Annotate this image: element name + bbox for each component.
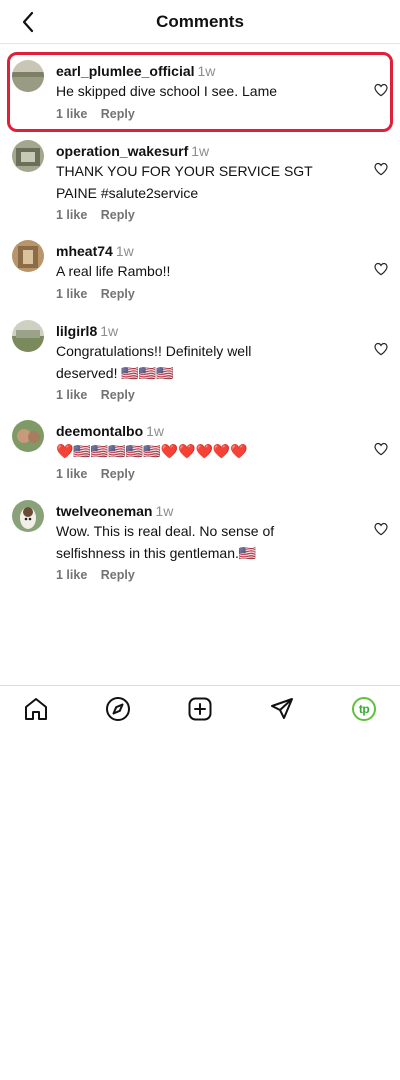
bottom-tab-bar: tp xyxy=(0,685,400,731)
tab-explore[interactable] xyxy=(105,696,131,722)
heart-icon[interactable] xyxy=(373,341,389,357)
reply-button[interactable]: Reply xyxy=(101,568,135,582)
comment-time: 1w xyxy=(146,423,165,439)
comment-username[interactable]: operation_wakesurf xyxy=(56,143,188,159)
comment-username[interactable]: mheat74 xyxy=(56,243,113,259)
like-count[interactable]: 1 like xyxy=(56,208,87,222)
heart-icon[interactable] xyxy=(373,441,389,457)
avatar[interactable] xyxy=(12,320,44,352)
like-count[interactable]: 1 like xyxy=(56,388,87,402)
comment-text: THANK YOU FOR YOUR SERVICE SGT PAINE #sa… xyxy=(56,163,313,201)
comment-text: Wow. This is real deal. No sense of self… xyxy=(56,523,275,561)
create-icon xyxy=(188,697,212,721)
like-count[interactable]: 1 like xyxy=(56,287,87,301)
avatar[interactable] xyxy=(12,420,44,452)
avatar[interactable] xyxy=(12,140,44,172)
page-title: Comments xyxy=(156,12,244,31)
comment-username[interactable]: twelveoneman xyxy=(56,503,152,519)
reply-button[interactable]: Reply xyxy=(101,467,135,481)
reply-button[interactable]: Reply xyxy=(101,107,135,121)
comment-username[interactable]: deemontalbo xyxy=(56,423,143,439)
comment-time: 1w xyxy=(191,143,210,159)
like-count[interactable]: 1 like xyxy=(56,467,87,481)
like-count[interactable]: 1 like xyxy=(56,107,87,121)
heart-icon[interactable] xyxy=(373,521,389,537)
avatar[interactable] xyxy=(12,60,44,92)
comment-time: 1w xyxy=(100,323,119,339)
comment-text: A real life Rambo!! xyxy=(56,263,171,279)
like-count[interactable]: 1 like xyxy=(56,568,87,582)
tab-home[interactable] xyxy=(23,696,49,722)
reply-button[interactable]: Reply xyxy=(101,208,135,222)
profile-avatar: tp xyxy=(352,697,376,721)
avatar[interactable] xyxy=(12,500,44,532)
heart-icon[interactable] xyxy=(373,82,389,98)
home-icon xyxy=(25,698,47,720)
header: Comments xyxy=(0,0,400,44)
comment-text: Congratulations!! Definitely well deserv… xyxy=(56,343,252,381)
comment-time: 1w xyxy=(155,503,174,519)
tab-messages[interactable] xyxy=(269,696,295,722)
send-icon xyxy=(271,698,293,719)
comment-time: 1w xyxy=(197,63,216,79)
comment-text: He skipped dive school I see. Lame xyxy=(56,83,278,99)
tab-create[interactable] xyxy=(187,696,213,722)
explore-icon xyxy=(106,697,130,721)
tab-profile[interactable]: tp xyxy=(351,696,377,722)
comment-username[interactable]: earl_plumlee_official xyxy=(56,63,195,79)
comment-time: 1w xyxy=(115,243,134,259)
heart-icon[interactable] xyxy=(373,161,389,177)
comment-text: ❤️🇺🇸🇺🇸🇺🇸🇺🇸🇺🇸❤️❤️❤️❤️❤️ xyxy=(56,443,248,459)
avatar[interactable] xyxy=(12,240,44,272)
reply-button[interactable]: Reply xyxy=(101,388,135,402)
reply-button[interactable]: Reply xyxy=(101,287,135,301)
comment-username[interactable]: lilgirl8 xyxy=(56,323,97,339)
heart-icon[interactable] xyxy=(373,261,389,277)
